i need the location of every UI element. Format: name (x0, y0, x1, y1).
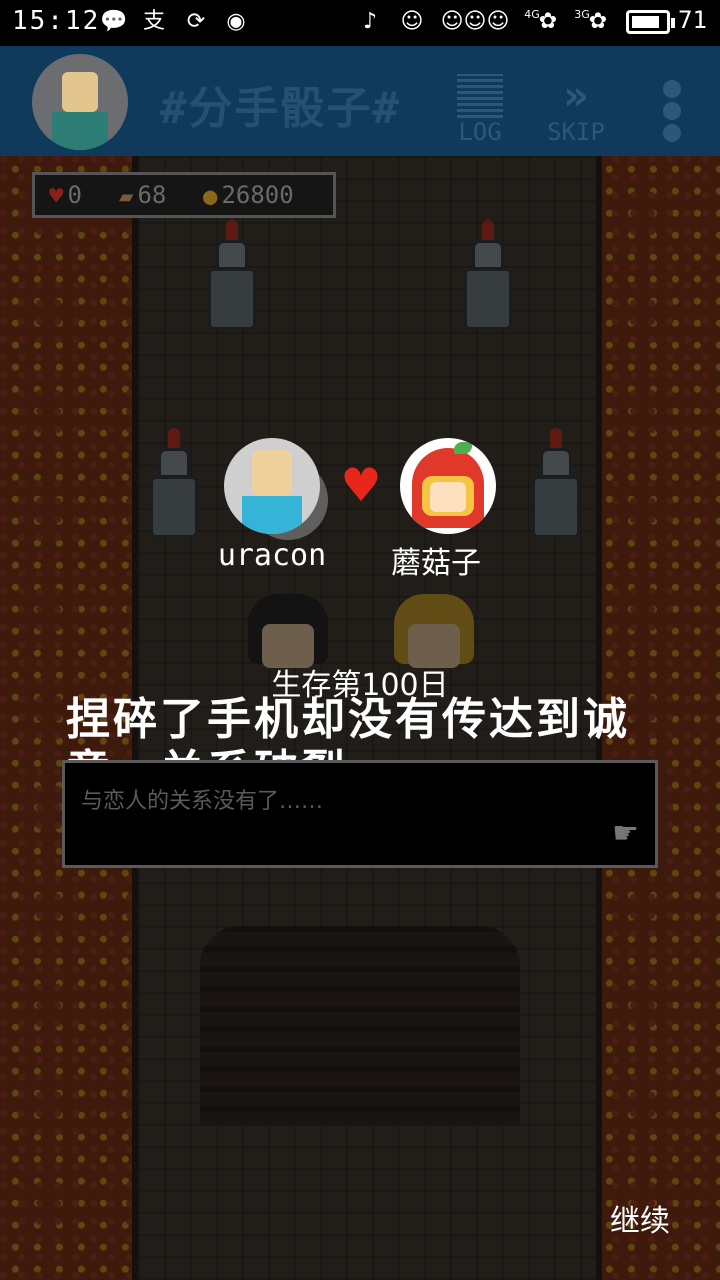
coins-stat: ● 26800 (203, 175, 294, 216)
log-button[interactable]: LOG (452, 74, 508, 154)
dialog-box[interactable]: 与恋人的关系没有了…… ☛ (62, 760, 658, 868)
signal-icon-1: ✿ (538, 9, 558, 34)
sync-icon: ⟳ (186, 9, 206, 34)
continue-button[interactable]: 继续 (600, 1196, 680, 1239)
player-name: uracon (217, 538, 327, 573)
heart-icon: ♥ (340, 458, 382, 512)
pointer-hand-icon: ☛ (612, 816, 639, 851)
items-stat: ▰ 68 (119, 175, 166, 216)
coins-count: 26800 (221, 181, 294, 209)
heart-icon: ♥ (49, 182, 64, 210)
fast-forward-icon: » (563, 73, 589, 119)
log-icon (457, 74, 503, 118)
skip-label: SKIP (547, 118, 605, 146)
music-icon: ♪ (362, 9, 378, 34)
game-title: #分手骰子# (160, 83, 401, 134)
signal-icon-2: ✿ (588, 9, 608, 34)
stats-panel: ♥ 0 ▰ 68 ● 26800 (32, 172, 336, 218)
cat-icon: ☺ (400, 9, 424, 34)
ticket-icon: ▰ (119, 182, 134, 210)
cats-icon: ☺☺☺ (440, 9, 510, 34)
battery-icon (626, 10, 675, 34)
status-time: 15:12 (12, 6, 101, 36)
hearts-stat: ♥ 0 (49, 175, 82, 216)
partner-avatar-large (400, 438, 496, 534)
items-count: 68 (137, 181, 167, 209)
dot-icon (663, 124, 681, 142)
message-icon: 💬 (100, 9, 128, 34)
more-menu-button[interactable] (656, 76, 688, 146)
partner-name: 蘑菇子 (391, 546, 481, 581)
player-avatar[interactable] (32, 54, 128, 150)
skip-button[interactable]: » SKIP (540, 74, 612, 154)
log-label: LOG (458, 118, 502, 146)
hearts-count: 0 (67, 181, 82, 209)
dialog-text: 与恋人的关系没有了…… (81, 789, 324, 814)
player-avatar-large (224, 438, 320, 534)
weibo-icon: ◉ (226, 9, 246, 34)
dot-icon (663, 102, 681, 120)
game-top-bar: #分手骰子# LOG » SKIP (0, 46, 720, 156)
battery-level: 71 (678, 6, 707, 34)
alipay-icon: 支 (142, 9, 165, 34)
status-bar: 15:12 💬 支 ⟳ ◉ ♪ ☺ ☺☺☺ 4G ✿ 3G ✿ 71 (0, 0, 720, 46)
coin-icon: ● (203, 182, 218, 210)
dot-icon (663, 80, 681, 98)
